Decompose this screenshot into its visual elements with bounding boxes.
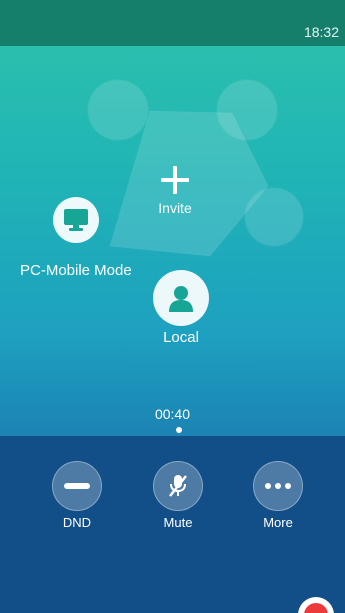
dnd-label: DND (62, 515, 92, 530)
dnd-button[interactable]: DND (47, 461, 107, 530)
person-icon (169, 286, 193, 312)
dnd-circle (52, 461, 102, 511)
monitor-icon (64, 209, 88, 231)
more-dots-icon (265, 483, 291, 489)
call-screen: 18:32 Invite PC-Mobile Mode Local 00:40 … (0, 0, 345, 613)
more-label: More (263, 515, 293, 530)
empty-slot-top-right[interactable] (217, 80, 277, 140)
local-label: Local (163, 329, 199, 346)
status-time: 18:32 (303, 24, 339, 40)
conference-stage: Invite PC-Mobile Mode Local 00:40 (0, 46, 345, 436)
record-button[interactable] (298, 597, 334, 613)
invite-button[interactable]: Invite (145, 166, 205, 216)
local-participant-avatar[interactable] (153, 270, 209, 326)
record-icon (304, 603, 328, 613)
more-circle (253, 461, 303, 511)
more-button[interactable]: More (248, 461, 308, 530)
empty-slot-top-left[interactable] (88, 80, 148, 140)
pc-mobile-mode-label: PC-Mobile Mode (20, 262, 132, 279)
mic-muted-icon (169, 475, 187, 497)
mute-circle (153, 461, 203, 511)
page-indicator-dot (176, 427, 182, 433)
call-actions-bar: DND Mute More (0, 436, 345, 613)
mute-label: Mute (163, 515, 193, 530)
participant-pentagon (109, 110, 269, 257)
invite-label: Invite (158, 200, 192, 216)
call-timer: 00:40 (154, 406, 191, 422)
plus-icon (161, 166, 189, 194)
mute-button[interactable]: Mute (148, 461, 208, 530)
pc-mobile-mode-button[interactable] (53, 197, 99, 243)
status-bar: 18:32 (0, 0, 345, 46)
empty-slot-right[interactable] (245, 188, 303, 246)
minus-icon (64, 483, 90, 489)
